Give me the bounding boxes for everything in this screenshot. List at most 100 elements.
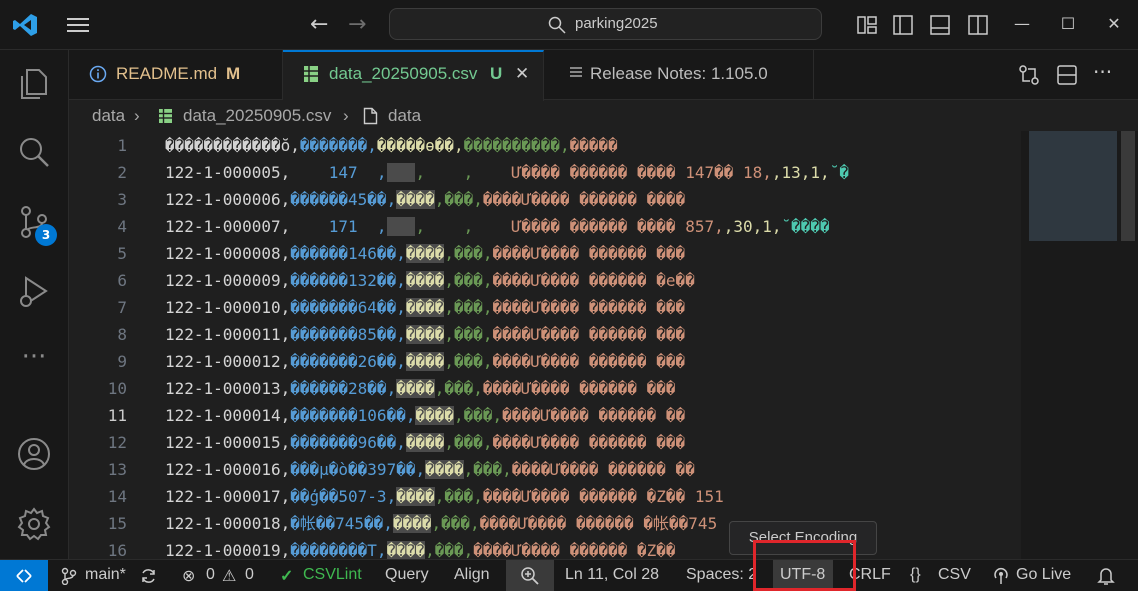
line-number: 12 <box>107 433 127 452</box>
breadcrumb-symbol[interactable]: data <box>388 106 421 126</box>
line-number: 1 <box>117 136 127 155</box>
csv-field: 122-1-000014, <box>165 406 291 425</box>
line-number: 14 <box>107 487 127 506</box>
csv-field: 122-1-000005, <box>165 163 291 182</box>
vscode-logo-icon[interactable] <box>12 12 38 38</box>
csv-field: ˘���� <box>781 217 830 236</box>
arrow-right-icon[interactable]: → <box>348 13 366 37</box>
align-button[interactable]: Align <box>454 566 490 584</box>
csv-field: ���� <box>405 298 445 317</box>
hamburger-menu-icon[interactable] <box>66 14 90 36</box>
csv-field: 122-1-000006, <box>165 190 291 209</box>
command-center-text: parking2025 <box>575 15 658 32</box>
csv-field: 122-1-000008, <box>165 244 291 263</box>
csv-table-icon <box>159 109 172 123</box>
csv-field: ,���, <box>425 541 474 559</box>
broadcast-icon <box>994 568 1008 584</box>
csv-field: ���� <box>396 487 435 506</box>
csv-field: ������28��, <box>290 379 397 398</box>
tab-readme[interactable]: README.md M <box>69 50 283 100</box>
minimap[interactable] <box>1029 131 1117 241</box>
editor-area[interactable]: 1 2 3 4 5 6 7 8 9 10 11 12 13 14 15 16 ������������ŏ,��… <box>69 131 1138 559</box>
more-actions-icon[interactable]: ··· <box>1093 60 1115 84</box>
remote-indicator[interactable] <box>0 560 48 591</box>
modified-decoration: M <box>226 64 241 83</box>
csv-field: ����Ư���� ������ ���� <box>482 190 686 209</box>
close-icon[interactable]: ✕ <box>1102 12 1126 36</box>
command-center-search[interactable]: parking2025 <box>389 8 822 40</box>
vertical-scrollbar[interactable] <box>1121 131 1135 241</box>
csv-field: �������96��, <box>290 433 406 452</box>
csv-field: ,���, <box>434 190 483 209</box>
arrow-left-icon[interactable]: ← <box>310 13 328 37</box>
warnings-count[interactable]: 0 <box>245 566 254 584</box>
csv-field: 171 , <box>290 217 387 236</box>
line-number: 11 <box>107 406 127 425</box>
breadcrumb: data › data_20250905.csv › data <box>69 101 1138 131</box>
csv-field: ,���, <box>444 298 493 317</box>
info-icon <box>89 65 107 83</box>
toggle-panel-icon[interactable] <box>929 14 951 36</box>
csv-field: ,���, <box>444 325 493 344</box>
tab-release-notes[interactable]: Release Notes: 1.105.0 <box>544 50 814 100</box>
csv-field: ,���, <box>463 460 512 479</box>
git-branch[interactable]: main* <box>85 566 126 584</box>
customize-layout-icon[interactable] <box>856 14 878 36</box>
csv-field: ���� <box>386 541 426 559</box>
code-line: 122-1-000012,�������26��,����,���,����Ư�… <box>165 348 685 375</box>
toggle-secondary-sidebar-icon[interactable] <box>967 14 989 36</box>
errors-count[interactable]: 0 <box>206 566 215 584</box>
code-line: 122-1-000005, 147 , , , Ư���� ������ ���… <box>165 159 849 186</box>
open-changes-icon[interactable] <box>1018 64 1040 86</box>
cursor-position[interactable]: Ln 11, Col 28 <box>565 566 659 584</box>
csvlint-button[interactable]: CSVLint <box>303 566 362 584</box>
csv-field: 122-1-000019, <box>165 541 291 559</box>
csv-field: ,���, <box>454 406 503 425</box>
close-tab-icon[interactable]: ✕ <box>515 64 529 84</box>
tab-data-csv[interactable]: data_20250905.csv U ✕ <box>283 50 544 101</box>
code-line: 122-1-000010,�������64��,����,���,����Ư�… <box>165 294 685 321</box>
activity-bar: 3 ··· <box>0 50 69 559</box>
notifications-bell-icon[interactable] <box>1097 566 1115 586</box>
breadcrumb-file[interactable]: data_20250905.csv <box>183 106 331 126</box>
minimize-icon[interactable]: — <box>1010 12 1034 36</box>
split-editor-icon[interactable] <box>1056 64 1078 86</box>
breadcrumb-folder[interactable]: data <box>92 106 125 126</box>
csv-field: ,���, <box>444 271 493 290</box>
sync-icon[interactable] <box>139 567 158 585</box>
csv-field: ,���, <box>434 487 483 506</box>
csv-field: Ư���� ������ ���� 857, <box>473 217 724 236</box>
toggle-primary-sidebar-icon[interactable] <box>892 14 914 36</box>
csv-field: ����Ư���� ������ �Z�� <box>473 541 676 559</box>
explorer-icon[interactable] <box>16 66 52 102</box>
code-line: 122-1-000013,������28��,����,���,����Ư��… <box>165 375 676 402</box>
run-debug-icon[interactable] <box>16 274 52 310</box>
code-line: 122-1-000017,��ģ��507-3,����,���,����Ư��… <box>165 483 724 510</box>
accounts-icon[interactable] <box>16 436 52 472</box>
zoom-button[interactable] <box>506 560 554 591</box>
csv-field: ,30,1, <box>723 217 782 236</box>
more-icon[interactable]: ··· <box>16 342 52 378</box>
breadcrumb-separator: › <box>134 106 140 125</box>
csv-field: �������85��, <box>290 325 406 344</box>
search-icon[interactable] <box>16 134 52 170</box>
csv-field: 122-1-000010, <box>165 298 291 317</box>
encoding-highlight-box <box>753 540 856 591</box>
csv-field: ������132��, <box>290 271 406 290</box>
go-live-button[interactable]: Go Live <box>1016 566 1071 584</box>
query-button[interactable]: Query <box>385 566 429 584</box>
git-branch-icon <box>61 567 77 585</box>
indentation[interactable]: Spaces: 2 <box>686 566 756 584</box>
csv-field: �帐��745��, <box>290 514 393 533</box>
language-mode[interactable]: CSV <box>938 566 971 584</box>
csv-field: ����Ư���� ������ ��� <box>492 352 686 371</box>
csv-field: ���� <box>405 433 445 452</box>
manage-gear-icon[interactable] <box>16 506 52 542</box>
csv-field: ˘� <box>829 163 849 182</box>
maximize-icon[interactable]: ☐ <box>1056 12 1080 36</box>
csv-field: ����Ư���� ������ ��� <box>482 379 676 398</box>
csv-field: �����ɵ��, <box>376 136 464 155</box>
code-text-area[interactable]: ������������ŏ,�������,�����ɵ��,���������… <box>165 131 1021 559</box>
status-bar: main* ⊗ 0 ⚠ 0 ✓ CSVLint Query Align Ln 1… <box>0 559 1138 591</box>
code-line: 122-1-000011,�������85��,����,���,����Ư�… <box>165 321 685 348</box>
